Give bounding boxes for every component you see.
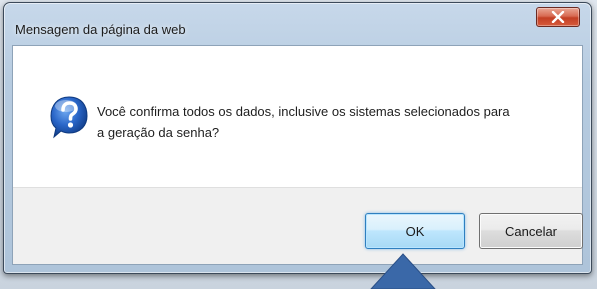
question-icon bbox=[50, 96, 88, 139]
message-line-2: a geração da senha? bbox=[97, 125, 220, 140]
dialog-button-bar: OK Cancelar bbox=[13, 187, 583, 264]
message-area: Você confirma todos os dados, inclusive … bbox=[13, 46, 582, 187]
close-icon bbox=[551, 11, 565, 23]
dialog-message: Você confirma todos os dados, inclusive … bbox=[97, 101, 567, 143]
dialog-titlebar[interactable]: Mensagem da página da web bbox=[4, 3, 591, 45]
arrow-up-icon bbox=[370, 253, 436, 289]
cancel-button[interactable]: Cancelar bbox=[479, 213, 583, 249]
close-button[interactable] bbox=[536, 7, 580, 27]
dialog-body: Você confirma todos os dados, inclusive … bbox=[12, 45, 583, 265]
message-line-1: Você confirma todos os dados, inclusive … bbox=[97, 104, 510, 119]
dialog-title: Mensagem da página da web bbox=[15, 22, 186, 37]
message-dialog: Mensagem da página da web Você confirma … bbox=[3, 2, 592, 274]
ok-button[interactable]: OK bbox=[365, 213, 465, 249]
